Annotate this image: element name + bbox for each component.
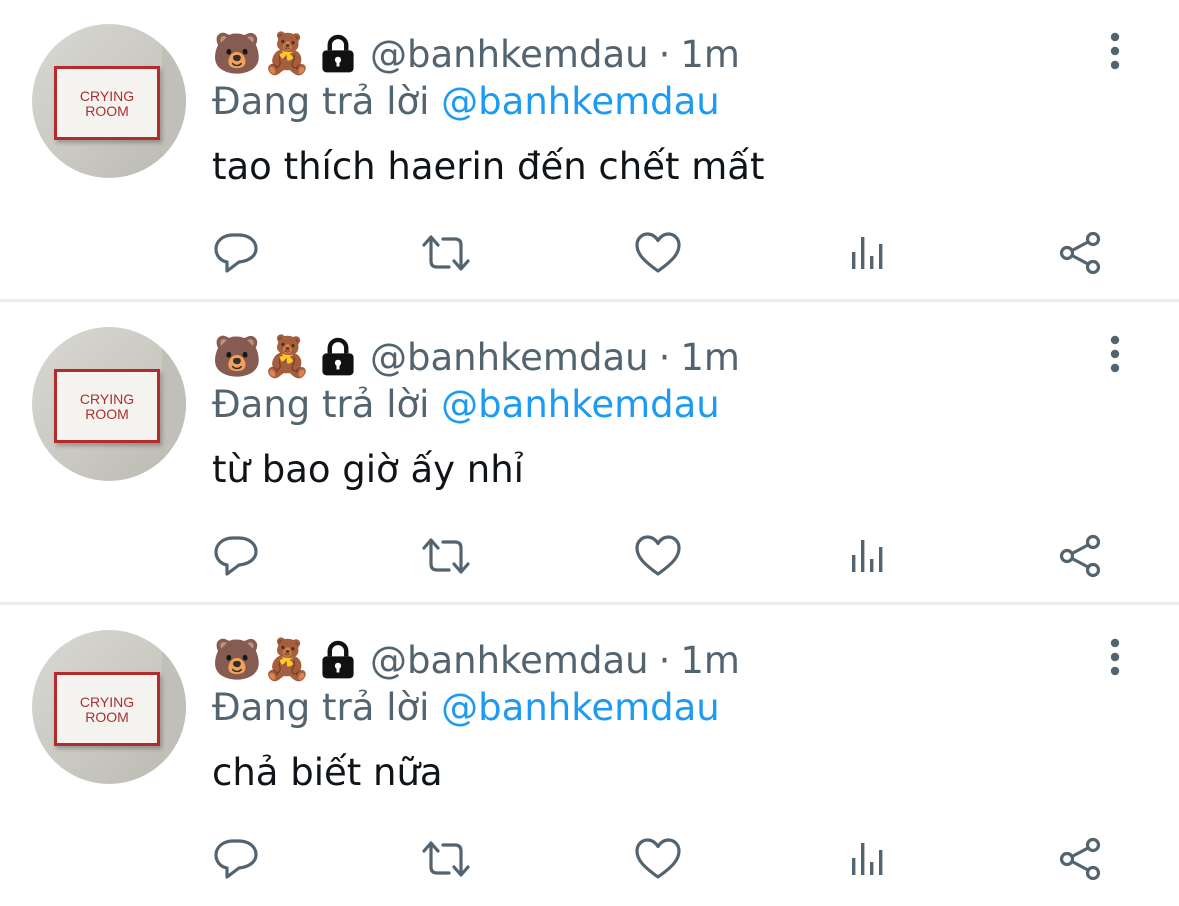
tweet-header: 🐻 🧸 @banhkemdau · 1m [212,333,740,381]
meta-separator: · [658,335,671,379]
tweet[interactable]: CRYING ROOM 🐻 🧸 @banhkemdau · 1m Đang trả … [0,303,1179,603]
avatar-sign-text: CRYING [79,391,135,407]
lock-icon [322,34,354,73]
tweet-time[interactable]: 1m [680,336,740,379]
like-button[interactable] [630,831,686,887]
avatar-sign-text: CRYING [79,694,135,710]
tweet-header: 🐻 🧸 @banhkemdau · 1m [212,30,740,78]
views-icon [852,237,883,269]
teddy-bear-emoji: 🧸 [262,31,312,77]
more-vertical-icon[interactable] [1098,638,1132,676]
retweet-icon [422,235,470,271]
heart-icon [635,535,681,576]
like-button[interactable] [630,528,686,584]
tweet-text: chả biết nữa [212,751,443,794]
tweet-text: tao thích haerin đến chết mất [212,145,765,188]
views-button[interactable] [841,225,897,281]
views-button[interactable] [841,528,897,584]
replying-to-label: Đang trả lời [212,686,430,729]
tweet-feed: CRYING ROOM 🐻 🧸 @banhkemdau · 1m Đang trả … [0,0,1179,904]
more-vertical-icon[interactable] [1098,335,1132,373]
reply-button[interactable] [209,225,265,281]
avatar[interactable]: CRYING ROOM [32,24,186,178]
mention-link[interactable]: @banhkemdau [441,686,720,729]
more-vertical-icon[interactable] [1098,32,1132,70]
share-icon [1059,231,1101,275]
user-handle[interactable]: @banhkemdau [370,33,649,76]
reply-button[interactable] [209,831,265,887]
user-handle[interactable]: @banhkemdau [370,336,649,379]
avatar-sign: CRYING ROOM [54,369,160,443]
retweet-button[interactable] [418,831,474,887]
share-button[interactable] [1052,528,1108,584]
avatar-sign-text: ROOM [85,406,129,422]
avatar[interactable]: CRYING ROOM [32,327,186,481]
reply-button[interactable] [209,528,265,584]
share-button[interactable] [1052,831,1108,887]
share-icon [1059,534,1101,578]
bear-face-emoji: 🐻 [212,334,262,380]
meta-separator: · [658,638,671,682]
avatar-sign-text: CRYING [79,88,135,104]
heart-icon [635,232,681,273]
tweet[interactable]: CRYING ROOM 🐻 🧸 @banhkemdau · 1m Đang trả … [0,0,1179,300]
avatar-sign: CRYING ROOM [54,66,160,140]
meta-separator: · [658,32,671,76]
views-button[interactable] [841,831,897,887]
retweet-icon [422,841,470,877]
replying-to: Đang trả lời @banhkemdau [212,383,720,426]
bear-face-emoji: 🐻 [212,31,262,77]
share-icon [1059,837,1101,881]
heart-icon [635,838,681,879]
tweet-time[interactable]: 1m [680,33,740,76]
like-button[interactable] [630,225,686,281]
replying-to: Đang trả lời @banhkemdau [212,80,720,123]
lock-icon [322,337,354,376]
user-handle[interactable]: @banhkemdau [370,639,649,682]
teddy-bear-emoji: 🧸 [262,334,312,380]
mention-link[interactable]: @banhkemdau [441,80,720,123]
bear-face-emoji: 🐻 [212,637,262,683]
avatar-background [162,327,186,481]
avatar-sign-text: ROOM [85,103,129,119]
avatar[interactable]: CRYING ROOM [32,630,186,784]
share-button[interactable] [1052,225,1108,281]
views-icon [852,843,883,875]
reply-icon [214,536,258,576]
replying-to: Đang trả lời @banhkemdau [212,686,720,729]
avatar-background [162,630,186,784]
divider [0,602,1179,605]
tweet-actions [0,528,1179,584]
tweet-header: 🐻 🧸 @banhkemdau · 1m [212,636,740,684]
retweet-button[interactable] [418,528,474,584]
mention-link[interactable]: @banhkemdau [441,383,720,426]
tweet-actions [0,225,1179,281]
avatar-sign-text: ROOM [85,709,129,725]
tweet[interactable]: CRYING ROOM 🐻 🧸 @banhkemdau · 1m Đang trả … [0,606,1179,906]
tweet-text: từ bao giờ ấy nhỉ [212,448,524,491]
retweet-icon [422,538,470,574]
avatar-background [162,24,186,178]
views-icon [852,540,883,572]
avatar-sign: CRYING ROOM [54,672,160,746]
reply-icon [214,233,258,273]
teddy-bear-emoji: 🧸 [262,637,312,683]
replying-to-label: Đang trả lời [212,383,430,426]
tweet-time[interactable]: 1m [680,639,740,682]
retweet-button[interactable] [418,225,474,281]
tweet-actions [0,831,1179,887]
replying-to-label: Đang trả lời [212,80,430,123]
lock-icon [322,640,354,679]
divider [0,299,1179,302]
reply-icon [214,839,258,879]
